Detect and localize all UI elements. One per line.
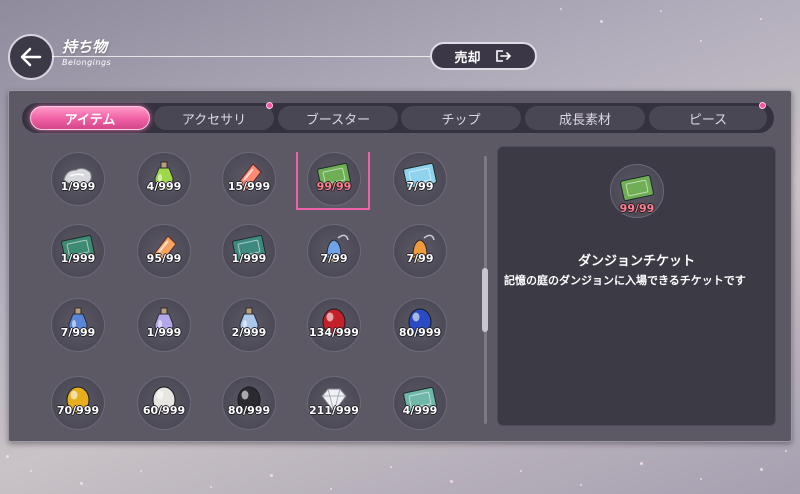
- detail-item: 99/99: [597, 164, 677, 224]
- item-count: 134/999: [309, 326, 359, 339]
- item-count: 80/999: [227, 404, 271, 417]
- sparkle-decoration: [700, 40, 702, 42]
- page-title: 持ち物: [62, 38, 108, 56]
- selection-bracket: [368, 152, 370, 208]
- inventory-item[interactable]: 70/999: [38, 374, 118, 446]
- detail-item-count: 99/99: [619, 202, 655, 215]
- sparkle-decoration: [560, 8, 562, 10]
- detail-item-name: ダンジョンチケット: [577, 254, 695, 269]
- inventory-item[interactable]: 95/99: [124, 222, 204, 294]
- sparkle-decoration: [140, 470, 142, 472]
- inventory-item[interactable]: 7/99: [294, 222, 374, 294]
- inventory-item[interactable]: 7/999: [38, 296, 118, 368]
- sparkle-decoration: [30, 470, 32, 472]
- sparkle-decoration: [520, 470, 522, 472]
- selection-bracket: [296, 152, 298, 208]
- sparkle-decoration: [760, 18, 762, 20]
- sparkle-decoration: [330, 488, 332, 490]
- inventory-item[interactable]: 1/999: [38, 222, 118, 294]
- tab-label: ブースター: [305, 112, 371, 128]
- item-count: 95/99: [146, 252, 182, 265]
- tab-label: ピース: [688, 112, 728, 128]
- sell-label: 売却: [454, 50, 481, 66]
- back-button[interactable]: [8, 34, 54, 80]
- item-count: 211/999: [309, 404, 359, 417]
- inventory-item[interactable]: 7/99: [380, 222, 460, 294]
- sparkle-decoration: [80, 482, 83, 485]
- item-count: 1/999: [60, 252, 96, 265]
- item-count: 4/999: [146, 180, 182, 193]
- sparkle-decoration: [270, 474, 273, 477]
- item-count: 4/999: [402, 404, 438, 417]
- item-count: 7/99: [320, 252, 348, 265]
- sparkle-decoration: [700, 478, 702, 480]
- tab-label: アクセサリ: [181, 112, 247, 128]
- scrollbar-thumb[interactable]: [482, 268, 488, 332]
- item-count: 2/999: [231, 326, 267, 339]
- tab-2[interactable]: アクセサリ: [154, 106, 274, 130]
- item-count: 7/99: [406, 180, 434, 193]
- inventory-item[interactable]: 99/99: [294, 150, 374, 222]
- sell-button[interactable]: 売却: [430, 42, 537, 70]
- item-count: 1/999: [231, 252, 267, 265]
- sparkle-decoration: [450, 480, 453, 483]
- sparkle-decoration: [6, 455, 9, 458]
- inventory-item[interactable]: 2/999: [209, 296, 289, 368]
- tab-4[interactable]: チップ: [401, 106, 521, 130]
- inventory-item[interactable]: 15/999: [209, 150, 289, 222]
- item-count: 1/999: [146, 326, 182, 339]
- inventory-item[interactable]: 7/99: [380, 150, 460, 222]
- inventory-item[interactable]: 4/999: [380, 374, 460, 446]
- inventory-item[interactable]: 60/999: [124, 374, 204, 446]
- inventory-item[interactable]: 1/999: [209, 222, 289, 294]
- sparkle-decoration: [600, 20, 603, 23]
- inventory-item[interactable]: 1/999: [124, 296, 204, 368]
- sparkle-decoration: [580, 484, 582, 486]
- inventory-item[interactable]: 134/999: [294, 296, 374, 368]
- item-count: 80/999: [398, 326, 442, 339]
- item-count: 7/99: [406, 252, 434, 265]
- inventory-item[interactable]: 1/999: [38, 150, 118, 222]
- sparkle-decoration: [760, 468, 763, 471]
- tab-label: チップ: [441, 112, 481, 128]
- inventory-item[interactable]: 80/999: [209, 374, 289, 446]
- selection-bracket: [296, 208, 370, 210]
- title-underline: [52, 56, 430, 57]
- tab-1[interactable]: アイテム: [30, 106, 150, 130]
- detail-item-description: 記憶の庭のダンジョンに入場できるチケットです: [504, 274, 746, 287]
- exit-icon: [495, 50, 511, 62]
- item-count: 60/999: [142, 404, 186, 417]
- sparkle-decoration: [390, 466, 392, 468]
- sparkle-decoration: [640, 462, 643, 465]
- tab-5[interactable]: 成長素材: [525, 106, 645, 130]
- page-subtitle: Belongings: [62, 58, 112, 67]
- tab-label: 成長素材: [558, 112, 611, 128]
- item-count: 15/999: [227, 180, 271, 193]
- notification-dot: [266, 102, 273, 109]
- inventory-item[interactable]: 80/999: [380, 296, 460, 368]
- sparkle-decoration: [785, 450, 787, 452]
- back-arrow-icon: [20, 47, 42, 67]
- notification-dot: [759, 102, 766, 109]
- item-count: 1/999: [60, 180, 96, 193]
- inventory-item[interactable]: 211/999: [294, 374, 374, 446]
- sparkle-decoration: [660, 10, 662, 12]
- tab-label: アイテム: [64, 112, 116, 128]
- sparkle-decoration: [210, 486, 212, 488]
- item-count: 70/999: [56, 404, 100, 417]
- tab-6[interactable]: ピース: [649, 106, 767, 130]
- item-count: 7/999: [60, 326, 96, 339]
- tab-3[interactable]: ブースター: [278, 106, 398, 130]
- inventory-item[interactable]: 4/999: [124, 150, 204, 222]
- item-count: 99/99: [316, 180, 352, 193]
